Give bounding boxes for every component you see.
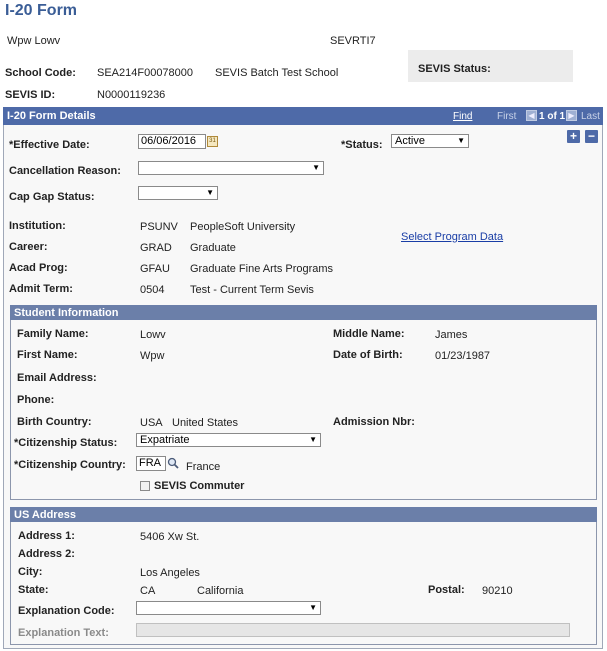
first-link[interactable]: First [497,111,516,122]
acad-prog-label: Acad Prog: [9,262,68,274]
chevron-down-icon: ▼ [206,188,214,197]
cancellation-reason-select[interactable]: ▼ [138,161,324,175]
postal-label: Postal: [428,584,465,596]
chevron-down-icon: ▼ [309,603,317,612]
chevron-down-icon: ▼ [309,435,317,444]
email-address-label: Email Address: [17,372,97,384]
student-information-header: Student Information [10,305,597,320]
form-details-title: I-20 Form Details [7,110,96,122]
plus-icon[interactable]: + [567,130,580,143]
magnifier-icon[interactable] [167,457,179,469]
career-label: Career: [9,241,48,253]
admit-term-label: Admit Term: [9,283,73,295]
acad-prog-code: GFAU [140,263,170,275]
select-program-data-link[interactable]: Select Program Data [401,231,503,243]
sevis-id-value: N0000119236 [97,89,166,101]
explanation-code-select[interactable]: ▼ [136,601,321,615]
family-name-label: Family Name: [17,328,89,340]
sevis-commuter-checkbox[interactable] [140,481,150,491]
student-name: Wpw Lowv [7,35,61,47]
career-name: Graduate [190,242,236,254]
admit-term-code: 0504 [140,284,165,296]
status-value: Active [395,135,425,147]
city-label: City: [18,566,43,578]
sevis-status-box: SEVIS Status: [408,50,573,82]
postal-value: 90210 [482,585,513,597]
minus-icon[interactable]: − [585,130,598,143]
calendar-icon[interactable]: 31 [207,136,218,147]
middle-name-value: James [435,329,468,341]
status-select[interactable]: Active ▼ [391,134,469,148]
find-link[interactable]: Find [453,111,472,122]
citizenship-status-select[interactable]: Expatriate ▼ [136,433,321,447]
effective-date-input[interactable]: 06/06/2016 [138,134,206,149]
form-details-header: I-20 Form Details Find First ◀ 1 of 1 ▶ … [3,107,603,125]
state-name: California [197,585,244,597]
admission-nbr-label: Admission Nbr: [333,416,415,428]
first-name-label: First Name: [17,349,78,361]
institution-code: PSUNV [140,221,178,233]
previous-arrow-icon[interactable]: ◀ [526,110,537,121]
explanation-code-label: Explanation Code: [18,605,115,617]
birth-country-name: United States [172,417,239,429]
acad-prog-name: Graduate Fine Arts Programs [190,263,334,275]
state-code: CA [140,585,156,597]
row-count: 1 of 1 [539,111,566,122]
phone-label: Phone: [17,394,55,406]
citizenship-status-label: *Citizenship Status: [14,437,118,449]
effective-date-label: *Effective Date: [9,139,90,151]
us-address-header: US Address [10,507,597,522]
explanation-text-field [136,623,570,637]
middle-name-label: Middle Name: [333,328,405,340]
birth-country-code: USA [140,417,163,429]
cancellation-reason-label: Cancellation Reason: [9,165,121,177]
school-code-value: SEA214F00078000 [97,67,194,79]
chevron-down-icon: ▼ [312,163,320,172]
citizenship-country-name: France [186,461,221,473]
institution-name: PeopleSoft University [190,221,296,233]
career-code: GRAD [140,242,172,254]
sevis-commuter-label: SEVIS Commuter [154,480,245,492]
student-information-title: Student Information [14,307,119,319]
city-value: Los Angeles [140,567,200,579]
family-name-value: Lowv [140,329,166,341]
sevis-id-label: SEVIS ID: [5,89,56,101]
cap-gap-status-select[interactable]: ▼ [138,186,218,200]
sevis-status-label: SEVIS Status: [418,63,491,75]
institution-label: Institution: [9,220,66,232]
page-title: I-20 Form [5,2,78,19]
address1-value: 5406 Xw St. [140,531,200,543]
birth-country-label: Birth Country: [17,416,92,428]
date-of-birth-label: Date of Birth: [333,349,403,361]
date-of-birth-value: 01/23/1987 [435,350,491,362]
school-name: SEVIS Batch Test School [215,67,339,79]
cap-gap-status-label: Cap Gap Status: [9,191,95,203]
address1-label: Address 1: [18,530,75,542]
explanation-text-label: Explanation Text: [18,627,109,639]
chevron-down-icon: ▼ [457,136,465,145]
citizenship-status-value: Expatriate [140,434,190,446]
admit-term-name: Test - Current Term Sevis [190,284,314,296]
sevis-code: SEVRTI7 [330,35,376,47]
status-label: *Status: [341,139,383,151]
citizenship-country-label: *Citizenship Country: [14,459,126,471]
address2-label: Address 2: [18,548,75,560]
us-address-title: US Address [14,509,76,521]
last-link[interactable]: Last [581,111,600,122]
first-name-value: Wpw [140,350,165,362]
state-label: State: [18,584,49,596]
next-arrow-icon[interactable]: ▶ [566,110,577,121]
citizenship-country-input[interactable]: FRA [136,456,166,471]
school-code-label: School Code: [5,67,76,79]
